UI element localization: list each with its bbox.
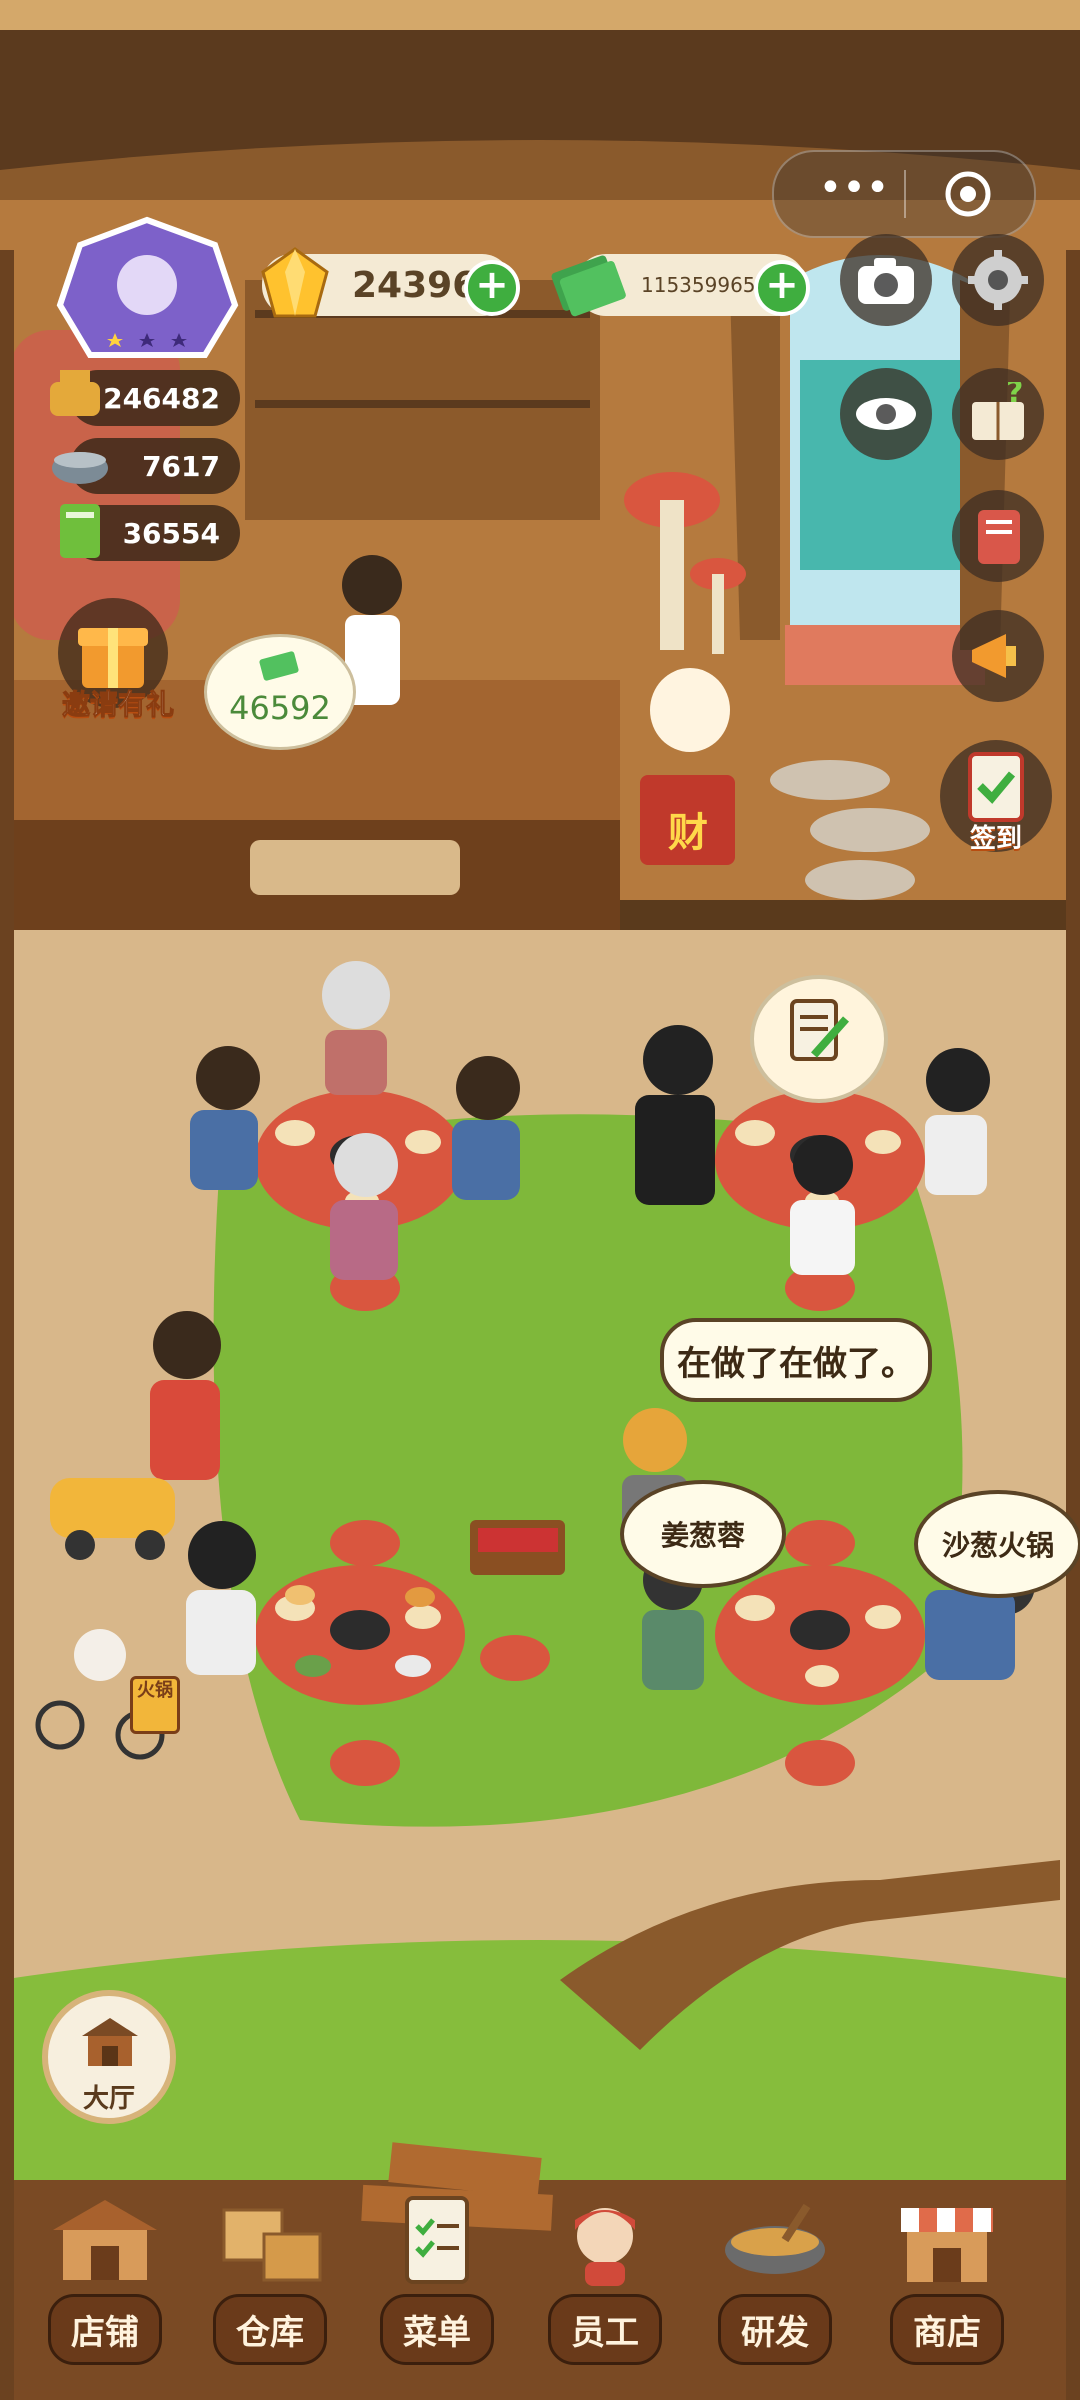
announcement-button[interactable] bbox=[952, 610, 1044, 702]
level-badge[interactable] bbox=[55, 215, 240, 365]
target-icon[interactable] bbox=[944, 170, 992, 218]
capsule-divider bbox=[904, 170, 906, 218]
more-dots-icon[interactable]: ••• bbox=[814, 168, 894, 214]
hall-house-icon bbox=[82, 2018, 138, 2066]
menu-clipboard-icon bbox=[405, 2196, 469, 2284]
pot-icon bbox=[40, 362, 110, 428]
nav-label: 商店 bbox=[890, 2294, 1004, 2365]
nav-label: 菜单 bbox=[380, 2294, 494, 2365]
view-toggle-button[interactable] bbox=[840, 368, 932, 460]
settings-button[interactable] bbox=[952, 234, 1044, 326]
eye-icon bbox=[856, 398, 916, 430]
nav-menu[interactable]: 菜单 bbox=[362, 2190, 512, 2365]
cooking-pot-icon bbox=[725, 2203, 825, 2274]
order-bubble-1: 姜葱蓉 bbox=[620, 1480, 786, 1588]
camera-button[interactable] bbox=[840, 234, 932, 326]
add-gems-button[interactable]: + bbox=[464, 260, 520, 316]
help-book-icon: ? bbox=[972, 382, 1024, 440]
crown-badge-icon bbox=[56, 216, 239, 358]
stat-value-1: 246482 bbox=[103, 381, 220, 415]
nav-warehouse[interactable]: 仓库 bbox=[195, 2190, 345, 2365]
cash-stack-icon bbox=[259, 649, 299, 683]
order-ready-bubble[interactable] bbox=[750, 975, 888, 1103]
nav-shop-front[interactable]: 店铺 bbox=[30, 2190, 180, 2365]
help-button[interactable]: ? bbox=[952, 368, 1044, 460]
svg-text:?: ? bbox=[1006, 382, 1023, 410]
cash-collect-bubble[interactable]: 46592 bbox=[204, 634, 356, 750]
clipboard-pencil-icon bbox=[790, 999, 849, 1061]
nav-store[interactable]: 商店 bbox=[872, 2190, 1022, 2365]
notes-button[interactable] bbox=[952, 490, 1044, 582]
checkin-label: 签到 bbox=[969, 824, 1022, 854]
cash-amount: 46592 bbox=[229, 689, 331, 727]
camera-icon bbox=[858, 258, 914, 304]
hall-label: 大厅 bbox=[82, 2084, 135, 2114]
gear-icon bbox=[968, 250, 1028, 310]
boxes-icon bbox=[222, 2208, 322, 2282]
bowl-icon bbox=[45, 432, 115, 498]
nav-staff[interactable]: 员工 bbox=[530, 2190, 680, 2365]
staff-avatar-icon bbox=[575, 2208, 635, 2286]
add-money-button[interactable]: + bbox=[754, 260, 810, 316]
stat-value-3: 36554 bbox=[122, 516, 220, 550]
nav-label: 研发 bbox=[718, 2294, 832, 2365]
book-icon bbox=[50, 498, 110, 564]
checkin-button[interactable]: 签到 bbox=[940, 740, 1052, 854]
notebook-icon bbox=[978, 510, 1020, 564]
storefront-icon bbox=[53, 2200, 157, 2280]
mini-program-capsule: ••• bbox=[772, 150, 1036, 238]
clipboard-check-icon bbox=[968, 752, 1024, 822]
gem-value: 24396 bbox=[352, 264, 478, 306]
market-stall-icon bbox=[901, 2208, 993, 2282]
gem-icon bbox=[255, 244, 335, 324]
invite-gift-label: 邀请有礼 bbox=[61, 688, 174, 722]
stat-value-2: 7617 bbox=[142, 449, 220, 483]
hall-button[interactable]: 大厅 bbox=[42, 1990, 176, 2124]
order-bubble-2: 沙葱火锅 bbox=[914, 1490, 1080, 1598]
fortune-sign: 财 bbox=[668, 810, 708, 856]
megaphone-icon bbox=[972, 634, 1016, 678]
hotpot-bike-sign: 火锅 bbox=[130, 1676, 180, 1734]
waiter-speech-bubble: 在做了在做了。 bbox=[660, 1318, 932, 1402]
bottom-nav: 店铺 仓库 菜单 员工 研发 商店 bbox=[0, 2190, 1080, 2400]
money-value: 1153599659 bbox=[641, 273, 769, 297]
nav-label: 仓库 bbox=[213, 2294, 327, 2365]
nav-label: 店铺 bbox=[48, 2294, 162, 2365]
nav-research[interactable]: 研发 bbox=[700, 2190, 850, 2365]
cash-icon bbox=[548, 244, 628, 324]
nav-label: 员工 bbox=[548, 2294, 662, 2365]
